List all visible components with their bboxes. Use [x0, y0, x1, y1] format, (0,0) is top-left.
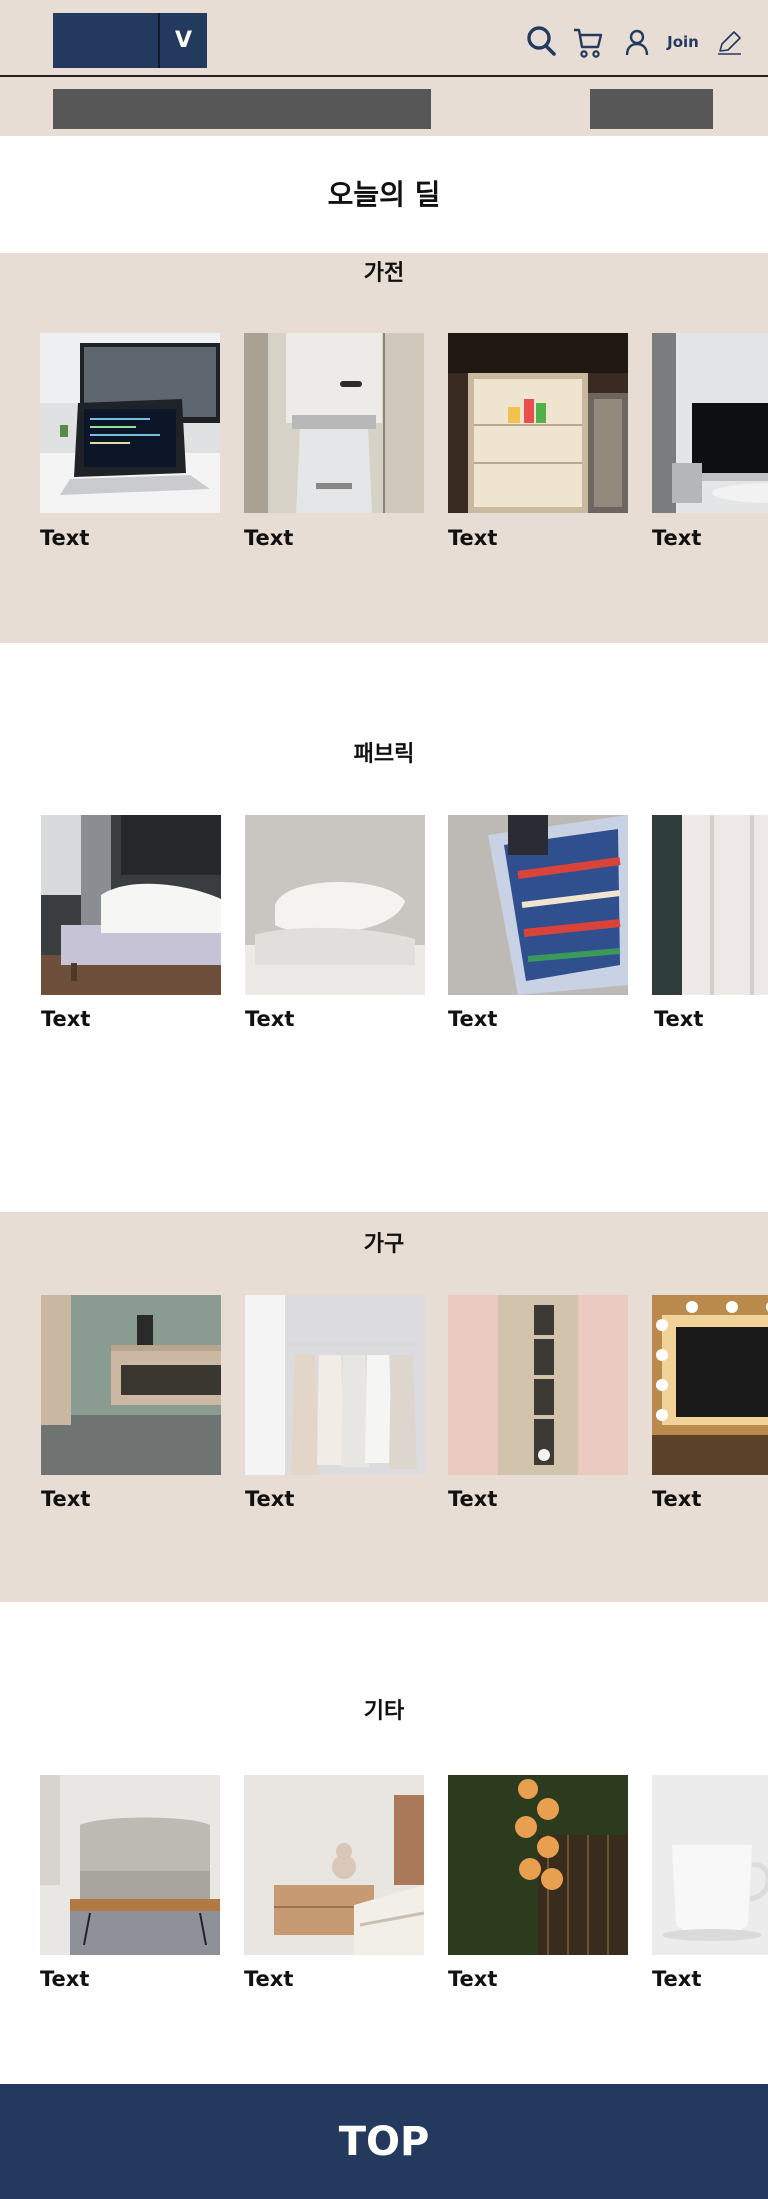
product-image[interactable] [244, 1775, 424, 1955]
product-label[interactable]: Text [448, 1007, 497, 1031]
product-label[interactable]: Text [448, 526, 497, 550]
product-label[interactable]: Text [244, 1967, 293, 1991]
scroll-top-bar[interactable]: TOP [0, 2084, 768, 2199]
nav-placeholder-right[interactable] [590, 89, 713, 129]
product-label[interactable]: Text [652, 526, 701, 550]
product-image[interactable] [245, 815, 425, 995]
section-title: 기타 [363, 1699, 405, 1724]
pencil-icon[interactable] [715, 29, 743, 57]
section-title: 패브릭 [353, 742, 415, 767]
product-image[interactable] [448, 815, 628, 995]
product-label[interactable]: Text [40, 1967, 89, 1991]
product-label[interactable]: Text [244, 526, 293, 550]
product-image[interactable] [40, 333, 220, 513]
product-image[interactable] [448, 1775, 628, 1955]
product-label[interactable]: Text [245, 1487, 294, 1511]
section-title: 가구 [363, 1232, 405, 1257]
product-label[interactable]: Text [41, 1487, 90, 1511]
product-label[interactable]: Text [245, 1007, 294, 1031]
logo-letter[interactable]: V [160, 13, 207, 68]
product-image[interactable] [652, 1295, 768, 1475]
page-title: 오늘의 딜 [327, 178, 441, 211]
product-image[interactable] [245, 1295, 425, 1475]
top-button-label[interactable]: TOP [339, 2119, 430, 2165]
cart-icon[interactable] [572, 27, 604, 59]
product-label[interactable]: Text [448, 1487, 497, 1511]
product-label[interactable]: Text [448, 1967, 497, 1991]
product-label[interactable]: Text [40, 526, 89, 550]
product-label[interactable]: Text [652, 1967, 701, 1991]
product-label[interactable]: Text [652, 1487, 701, 1511]
product-image[interactable] [244, 333, 424, 513]
product-image[interactable] [448, 1295, 628, 1475]
section-title: 가전 [363, 261, 405, 286]
product-label[interactable]: Text [654, 1007, 703, 1031]
search-icon[interactable] [527, 25, 557, 57]
product-image[interactable] [448, 333, 628, 513]
join-link[interactable]: Join [662, 30, 704, 54]
product-image[interactable] [40, 1775, 220, 1955]
product-image[interactable] [652, 1775, 768, 1955]
product-label[interactable]: Text [41, 1007, 90, 1031]
product-image[interactable] [652, 815, 768, 995]
product-image[interactable] [652, 333, 768, 513]
product-image[interactable] [41, 1295, 221, 1475]
user-icon[interactable] [624, 28, 650, 56]
product-image[interactable] [41, 815, 221, 995]
nav-placeholder-left[interactable] [53, 89, 431, 129]
